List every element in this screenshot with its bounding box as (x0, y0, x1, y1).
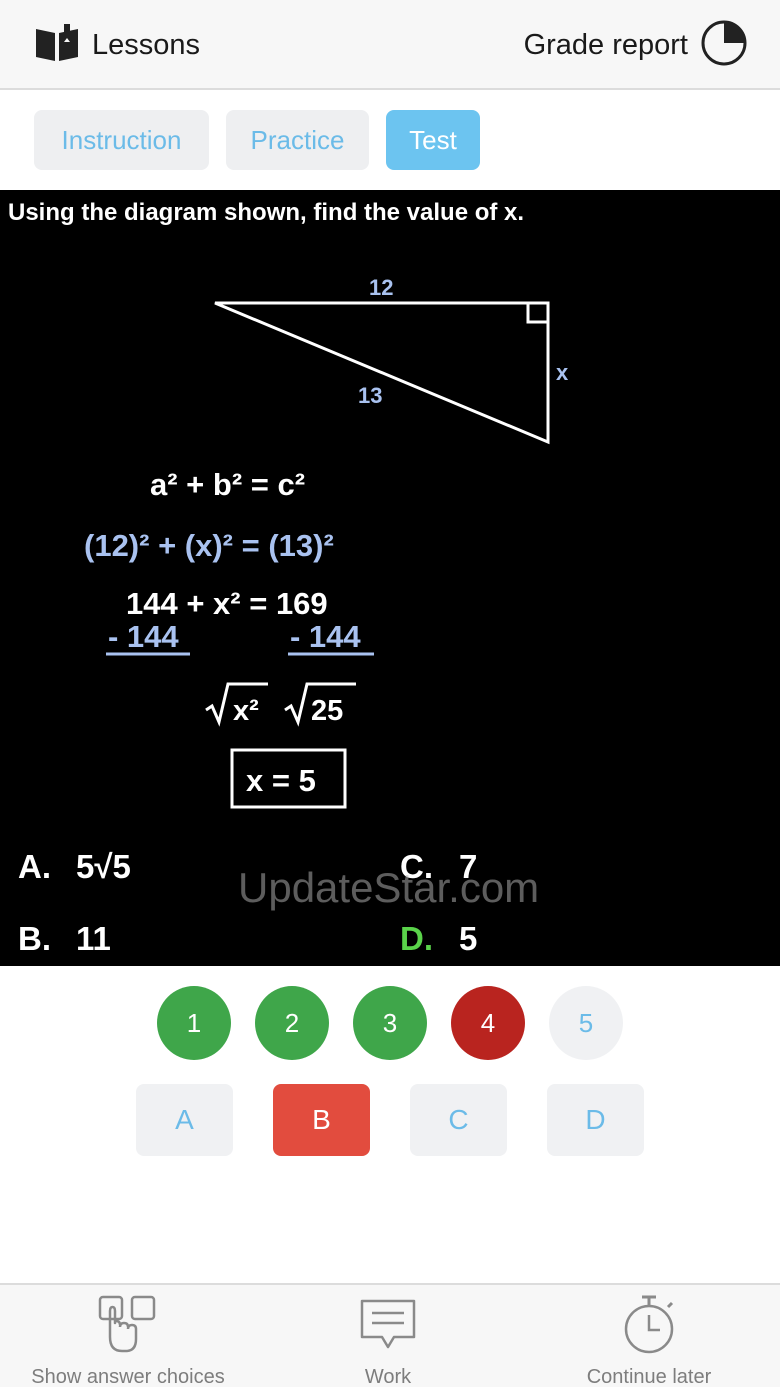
show-answer-choices-button[interactable]: Show answer choices (20, 1293, 236, 1387)
boxed-answer: x = 5 (246, 763, 316, 798)
answer-a-button[interactable]: A (136, 1084, 233, 1156)
continue-later-button[interactable]: Continue later (570, 1293, 728, 1387)
choice-d-letter: D. (400, 920, 433, 957)
top-header: Lessons Grade report (0, 0, 780, 90)
tab-test[interactable]: Test (386, 110, 480, 170)
answer-d-button[interactable]: D (547, 1084, 644, 1156)
step-root-right: 25 (311, 695, 343, 727)
answer-b-button[interactable]: B (273, 1084, 370, 1156)
work-label: Work (364, 1366, 412, 1387)
choice-a-text: 5√5 (76, 848, 131, 885)
step-squares: 144 + x² = 169 (126, 586, 328, 621)
question-1-button[interactable]: 1 (157, 986, 231, 1060)
step-substitute: (12)² + (x)² = (13)² (84, 528, 334, 563)
show-answer-choices-label: Show answer choices (31, 1366, 225, 1387)
tap-choices-icon (96, 1293, 160, 1360)
question-3-button[interactable]: 3 (353, 986, 427, 1060)
tab-instruction[interactable]: Instruction (34, 110, 209, 170)
question-4-button[interactable]: 4 (451, 986, 525, 1060)
mode-tabs: Instruction Practice Test (34, 110, 480, 170)
choice-c-text: 7 (459, 848, 477, 885)
step-subtract-right: - 144 (290, 619, 361, 654)
grade-report-button[interactable]: Grade report (524, 20, 748, 70)
worked-solution: a² + b² = c² (12)² + (x)² = (13)² 144 + … (84, 467, 374, 809)
tab-practice[interactable]: Practice (226, 110, 369, 170)
stopwatch-icon (618, 1293, 680, 1360)
bottom-toolbar: Show answer choices Work Continue later (0, 1283, 780, 1387)
answer-buttons: A B C D (0, 1084, 780, 1156)
question-prompt: Using the diagram shown, find the value … (8, 199, 524, 226)
work-button[interactable]: Work (340, 1293, 436, 1387)
step-subtract-left: - 144 (108, 619, 179, 654)
pie-progress-icon (700, 19, 748, 72)
choice-b-letter: B. (18, 920, 51, 957)
grade-report-label: Grade report (523, 28, 688, 61)
diagram-side-label: x (556, 360, 569, 385)
question-5-button[interactable]: 5 (549, 986, 623, 1060)
question-image: Using the diagram shown, find the value … (8, 199, 569, 957)
step-pythagorean: a² + b² = c² (150, 467, 305, 502)
question-panel: Using the diagram shown, find the value … (0, 190, 780, 966)
right-triangle-diagram: 12 13 x (214, 275, 569, 445)
choice-a-letter: A. (18, 848, 51, 885)
lessons-label: Lessons (92, 28, 201, 61)
step-root-left: x² (233, 695, 259, 727)
continue-later-label: Continue later (586, 1366, 712, 1387)
open-book-icon (34, 23, 80, 68)
choice-c-letter: C. (400, 848, 433, 885)
lessons-button[interactable]: Lessons (34, 22, 200, 68)
choice-d-text: 5 (459, 920, 477, 957)
question-2-button[interactable]: 2 (255, 986, 329, 1060)
answer-c-button[interactable]: C (410, 1084, 507, 1156)
question-navigation: 1 2 3 4 5 (0, 986, 780, 1062)
choice-b-text: 11 (76, 920, 111, 957)
answer-choices-text: A. 5√5 C. 7 B. 11 D. 5 (18, 848, 477, 957)
diagram-hypotenuse-label: 13 (358, 383, 382, 408)
chat-note-icon (358, 1293, 418, 1360)
diagram-top-label: 12 (369, 275, 393, 300)
